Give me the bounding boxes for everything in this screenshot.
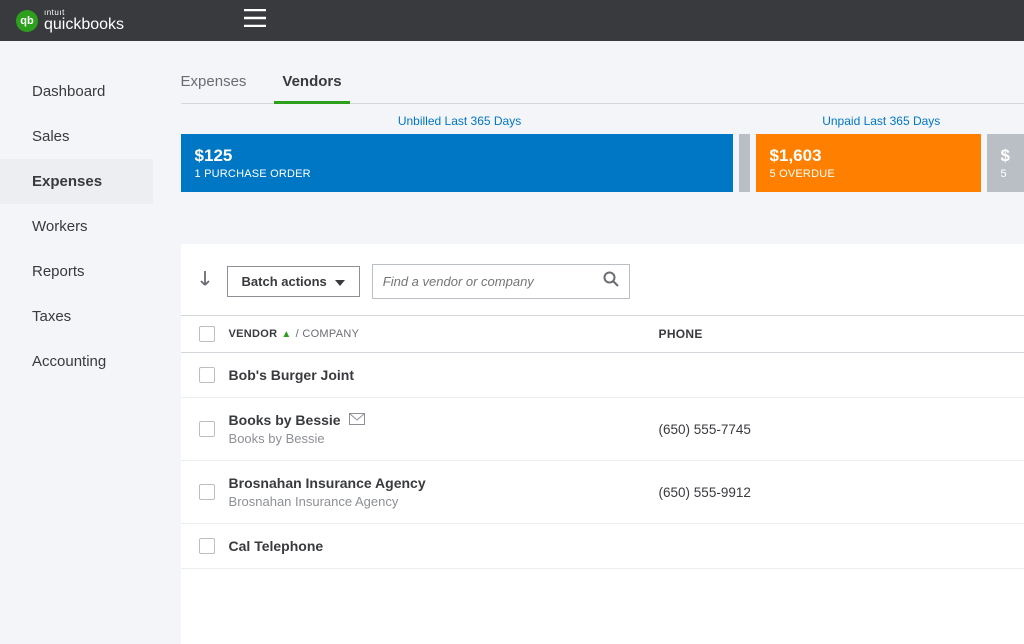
- unbilled-header: Unbilled Last 365 Days: [181, 114, 739, 128]
- row-checkbox[interactable]: [199, 367, 215, 383]
- sort-icon[interactable]: [199, 269, 215, 294]
- sidebar-item-expenses[interactable]: Expenses: [0, 159, 153, 204]
- sidebar-item-reports[interactable]: Reports: [0, 249, 153, 294]
- batch-label: Batch actions: [242, 274, 327, 289]
- brand-logo[interactable]: qb ıntuıt quickbooks: [16, 9, 124, 33]
- mail-icon: [349, 412, 365, 428]
- table-row[interactable]: Brosnahan Insurance Agency Brosnahan Ins…: [181, 461, 1024, 524]
- vendor-cell: Books by Bessie Books by Bessie: [229, 412, 659, 446]
- phone-cell: (650) 555-9912: [659, 485, 1012, 500]
- phone-cell: (650) 555-7745: [659, 422, 1012, 437]
- tabs: Expenses Vendors: [181, 63, 1024, 104]
- table-row[interactable]: Bob's Burger Joint: [181, 353, 1024, 398]
- band-label: 5 OVERDUE: [770, 168, 967, 180]
- sort-asc-icon: ▲: [281, 329, 291, 340]
- sidebar: Dashboard Sales Expenses Workers Reports…: [0, 41, 153, 644]
- band-purchase-order[interactable]: $125 1 PURCHASE ORDER: [181, 134, 733, 192]
- band-amount: $: [1001, 146, 1010, 166]
- band-overdue[interactable]: $1,603 5 OVERDUE: [756, 134, 981, 192]
- table-row[interactable]: Books by Bessie Books by Bessie(650) 555…: [181, 398, 1024, 461]
- vendor-name: Bob's Burger Joint: [229, 367, 659, 383]
- vendor-list-card: Batch actions VENDOR: [181, 244, 1024, 644]
- col-vendor-label: VENDOR: [229, 328, 278, 340]
- band-spacer: [739, 134, 750, 192]
- sidebar-item-accounting[interactable]: Accounting: [0, 339, 153, 384]
- sidebar-item-dashboard[interactable]: Dashboard: [0, 69, 153, 114]
- hamburger-icon[interactable]: [244, 9, 266, 32]
- brand-text: ıntuıt quickbooks: [44, 9, 124, 33]
- row-checkbox[interactable]: [199, 421, 215, 437]
- summary-bands: $125 1 PURCHASE ORDER $1,603 5 OVERDUE $…: [181, 134, 1024, 192]
- col-company-label: / COMPANY: [296, 328, 360, 340]
- table-header: VENDOR ▲ / COMPANY PHONE: [181, 315, 1024, 353]
- band-label: 5: [1001, 168, 1010, 180]
- chevron-down-icon: [335, 274, 345, 289]
- summary-headers: Unbilled Last 365 Days Unpaid Last 365 D…: [181, 114, 1024, 128]
- search-input[interactable]: [383, 274, 603, 289]
- vendor-cell: Bob's Burger Joint: [229, 367, 659, 383]
- th-vendor[interactable]: VENDOR ▲ / COMPANY: [229, 328, 659, 340]
- brand-quickbooks: quickbooks: [44, 17, 124, 33]
- band-amount: $1,603: [770, 146, 967, 166]
- toolbar: Batch actions: [181, 264, 1024, 315]
- vendor-cell: Cal Telephone: [229, 538, 659, 554]
- batch-actions-button[interactable]: Batch actions: [227, 266, 360, 297]
- table-row[interactable]: Cal Telephone: [181, 524, 1024, 569]
- vendor-company: Brosnahan Insurance Agency: [229, 494, 659, 509]
- band-open[interactable]: $ 5: [987, 134, 1024, 192]
- th-phone[interactable]: PHONE: [659, 327, 1012, 341]
- search-icon[interactable]: [603, 271, 619, 292]
- main-content: Expenses Vendors Unbilled Last 365 Days …: [153, 41, 1024, 644]
- band-amount: $125: [195, 146, 719, 166]
- sidebar-item-workers[interactable]: Workers: [0, 204, 153, 249]
- row-checkbox[interactable]: [199, 538, 215, 554]
- search-input-wrap[interactable]: [372, 264, 630, 299]
- tab-expenses[interactable]: Expenses: [181, 63, 247, 103]
- th-checkbox: [199, 326, 229, 342]
- band-label: 1 PURCHASE ORDER: [195, 168, 719, 180]
- vendor-name: Cal Telephone: [229, 538, 659, 554]
- sidebar-item-sales[interactable]: Sales: [0, 114, 153, 159]
- tab-vendors[interactable]: Vendors: [282, 63, 341, 103]
- select-all-checkbox[interactable]: [199, 326, 215, 342]
- row-checkbox[interactable]: [199, 484, 215, 500]
- vendor-name: Brosnahan Insurance Agency: [229, 475, 659, 491]
- vendor-company: Books by Bessie: [229, 431, 659, 446]
- top-bar: qb ıntuıt quickbooks: [0, 0, 1024, 41]
- vendor-name: Books by Bessie: [229, 412, 659, 428]
- quickbooks-icon: qb: [16, 10, 38, 32]
- sidebar-item-taxes[interactable]: Taxes: [0, 294, 153, 339]
- table-body: Bob's Burger Joint Books by Bessie Books…: [181, 353, 1024, 569]
- unpaid-header: Unpaid Last 365 Days: [739, 114, 1024, 128]
- vendor-cell: Brosnahan Insurance Agency Brosnahan Ins…: [229, 475, 659, 509]
